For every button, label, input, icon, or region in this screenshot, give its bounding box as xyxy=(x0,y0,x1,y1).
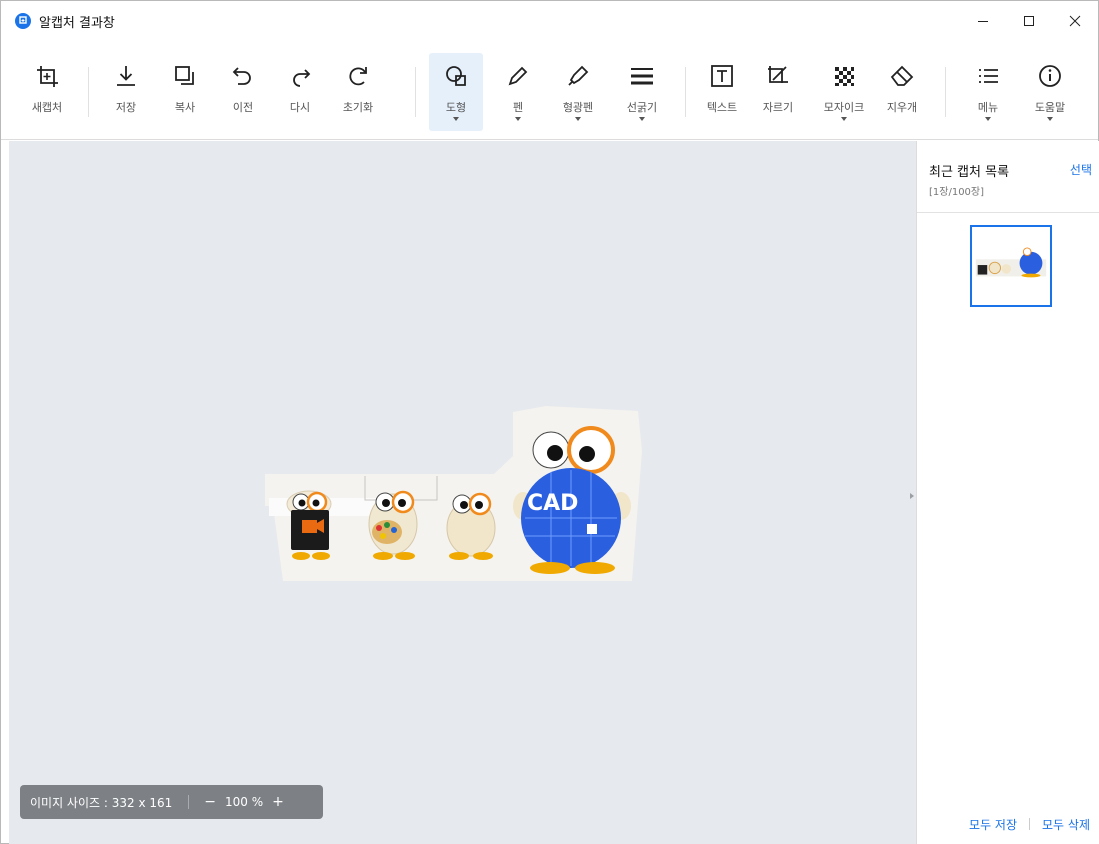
copy-label: 복사 xyxy=(174,101,196,114)
panel-collapse-icon[interactable] xyxy=(909,491,915,501)
eraser-icon xyxy=(890,65,914,86)
new-capture-label: 새캡처 xyxy=(31,101,63,114)
shape-icon xyxy=(446,66,466,86)
reset-label: 초기화 xyxy=(342,101,374,114)
dropdown-caret-icon xyxy=(1047,117,1053,121)
undo-button[interactable]: 이전 xyxy=(216,53,270,131)
select-button[interactable]: 선택 xyxy=(1070,161,1092,178)
mosaic-label: 모자이크 xyxy=(823,101,865,114)
line-width-button[interactable]: 선굵기 xyxy=(615,53,669,131)
line-width-icon xyxy=(631,68,653,85)
crop-label: 자르기 xyxy=(762,101,794,114)
alcapture-logo-icon xyxy=(15,13,31,29)
image-size-label: 이미지 사이즈 : 332 x 161 xyxy=(30,795,173,810)
capture-count: [1장/100장] xyxy=(929,187,985,198)
crop-icon xyxy=(768,66,788,83)
delete-all-button[interactable]: 모두 삭제 xyxy=(1042,816,1090,833)
video-mascot-image xyxy=(286,490,332,560)
maximize-icon xyxy=(1024,16,1034,26)
image-size-bar: 이미지 사이즈 : 332 x 161 − 100 % + xyxy=(20,785,323,819)
window-controls xyxy=(960,1,1098,41)
reset-button[interactable]: 초기화 xyxy=(331,53,385,131)
help-button[interactable]: 도움말 xyxy=(1023,53,1077,131)
highlighter-label: 형광펜 xyxy=(562,101,594,114)
menu-button[interactable]: 메뉴 xyxy=(961,53,1015,131)
menu-icon xyxy=(979,69,998,83)
pen-tool-button[interactable]: 펜 xyxy=(491,53,545,131)
eraser-label: 지우개 xyxy=(886,101,918,114)
undo-label: 이전 xyxy=(232,101,254,114)
toolbar: 새캡처 저장 복사 이전 다시 초기화 도형 펜 형광펜 선굵기 텍스트 자르기… xyxy=(1,41,1098,140)
redo-icon xyxy=(293,69,311,87)
dropdown-caret-icon xyxy=(515,117,521,121)
panel-footer: 모두 저장 모두 삭제 xyxy=(917,804,1099,844)
capture-result-window: 알캡처 결과창 새캡처 저장 복사 이전 다시 초기화 도형 펜 형광펜 선굵기… xyxy=(0,0,1099,844)
toolbar-divider xyxy=(945,67,946,117)
save-button[interactable]: 저장 xyxy=(99,53,153,131)
save-label: 저장 xyxy=(115,101,137,114)
dropdown-caret-icon xyxy=(841,117,847,121)
text-tool-button[interactable]: 텍스트 xyxy=(695,53,749,131)
dropdown-caret-icon xyxy=(639,117,645,121)
minimize-button[interactable] xyxy=(960,1,1006,41)
zoom-out-button[interactable]: − xyxy=(199,794,221,810)
toolbar-divider xyxy=(685,67,686,117)
download-icon xyxy=(117,66,135,86)
shape-tool-button[interactable]: 도형 xyxy=(429,53,483,131)
copy-icon xyxy=(175,66,194,85)
close-icon xyxy=(1069,15,1081,27)
size-bar-divider xyxy=(188,795,190,809)
new-capture-button[interactable]: 새캡처 xyxy=(20,53,74,131)
highlighter-tool-button[interactable]: 형광펜 xyxy=(551,53,605,131)
maximize-button[interactable] xyxy=(1006,1,1052,41)
shape-label: 도형 xyxy=(445,101,467,114)
recent-captures-header: 최근 캡처 목록 [1장/100장] 선택 xyxy=(917,141,1099,213)
window-title: 알캡처 결과창 xyxy=(39,15,115,31)
toolbar-divider xyxy=(415,67,416,117)
new-capture-icon xyxy=(37,66,58,87)
eraser-tool-button[interactable]: 지우개 xyxy=(875,53,929,131)
help-label: 도움말 xyxy=(1034,101,1066,114)
mosaic-tool-button[interactable]: 모자이크 xyxy=(817,53,871,131)
copy-button[interactable]: 복사 xyxy=(158,53,212,131)
dropdown-caret-icon xyxy=(985,117,991,121)
dropdown-caret-icon xyxy=(575,117,581,121)
title-bar: 알캡처 결과창 xyxy=(1,1,1098,41)
redo-label: 다시 xyxy=(289,101,311,114)
close-button[interactable] xyxy=(1052,1,1098,41)
undo-icon xyxy=(232,67,251,85)
info-icon xyxy=(1039,65,1061,87)
cad-badge-text: CAD xyxy=(527,491,578,516)
highlighter-icon xyxy=(568,65,589,86)
save-all-button[interactable]: 모두 저장 xyxy=(969,816,1017,833)
toolbar-divider xyxy=(88,67,89,117)
text-label: 텍스트 xyxy=(706,101,738,114)
mosaic-icon xyxy=(835,67,854,86)
redo-button[interactable]: 다시 xyxy=(273,53,327,131)
zoom-in-button[interactable]: + xyxy=(267,794,289,810)
crop-tool-button[interactable]: 자르기 xyxy=(751,53,805,131)
dropdown-caret-icon xyxy=(453,117,459,121)
recent-captures-title: 최근 캡처 목록 xyxy=(929,165,1010,180)
captured-image[interactable]: CAD xyxy=(265,406,647,588)
capture-canvas[interactable]: CAD 이미지 사이즈 : 332 x 161 − 100 % + xyxy=(9,141,916,844)
zoom-level: 100 % xyxy=(225,795,264,809)
menu-label: 메뉴 xyxy=(977,101,999,114)
recent-captures-panel: 최근 캡처 목록 [1장/100장] 선택 모두 저장 모두 삭제 xyxy=(916,141,1099,844)
line-width-label: 선굵기 xyxy=(626,101,658,114)
footer-divider xyxy=(1029,818,1031,830)
text-icon xyxy=(711,65,733,87)
reset-icon xyxy=(349,67,367,86)
capture-thumbnail[interactable] xyxy=(970,225,1052,307)
minimize-icon xyxy=(978,21,988,22)
pen-label: 펜 xyxy=(512,101,524,114)
pen-icon xyxy=(508,66,528,86)
